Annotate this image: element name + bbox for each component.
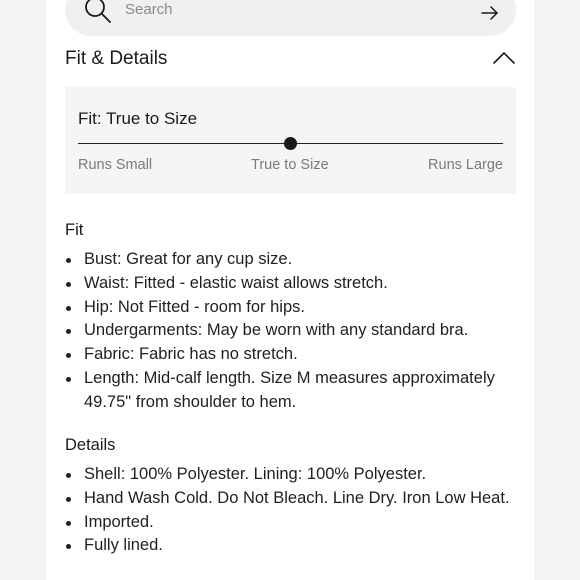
details-heading: Details	[65, 436, 116, 454]
scale-label-true-to-size: True to Size	[251, 157, 329, 173]
fit-details-header[interactable]: Fit & Details	[65, 47, 516, 73]
list-item: Hand Wash Cold. Do Not Bleach. Line Dry.…	[65, 487, 520, 511]
list-item: Bust: Great for any cup size.	[65, 248, 520, 272]
list-item: Waist: Fitted - elastic waist allows str…	[65, 272, 520, 296]
list-item: Length: Mid-calf length. Size M measures…	[65, 367, 520, 415]
list-item: Imported.	[65, 511, 520, 535]
scale-label-runs-small: Runs Small	[78, 157, 153, 173]
fit-list: Bust: Great for any cup size. Waist: Fit…	[65, 248, 520, 415]
section-title: Fit & Details	[65, 48, 168, 69]
fit-scale-title: Fit: True to Size	[78, 109, 198, 128]
search-bar[interactable]: Search	[65, 0, 516, 36]
list-item: Undergarments: May be worn with any stan…	[65, 319, 520, 343]
search-input[interactable]: Search	[125, 1, 173, 18]
details-list: Shell: 100% Polyester. Lining: 100% Poly…	[65, 463, 520, 558]
fit-scale-box: Fit: True to Size Runs Small True to Siz…	[65, 87, 516, 194]
scale-label-runs-large: Runs Large	[428, 157, 503, 173]
list-item: Fabric: Fabric has no stretch.	[65, 343, 520, 367]
list-item: Hip: Not Fitted - room for hips.	[65, 296, 520, 320]
list-item: Fully lined.	[65, 534, 520, 558]
fit-scale-indicator	[284, 137, 297, 150]
chevron-up-icon[interactable]	[493, 51, 515, 65]
list-item: Shell: 100% Polyester. Lining: 100% Poly…	[65, 463, 520, 487]
search-icon[interactable]	[83, 0, 113, 26]
fit-heading: Fit	[65, 221, 84, 239]
arrow-right-icon[interactable]	[480, 3, 500, 23]
